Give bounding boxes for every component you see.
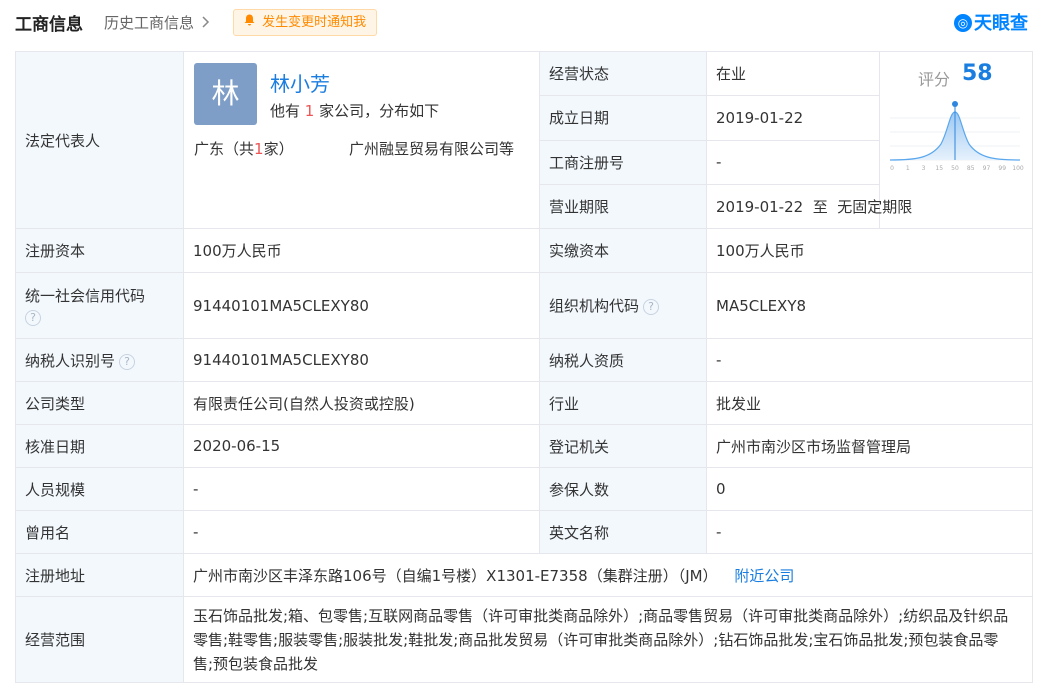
score-tick-label: 85 (967, 165, 975, 172)
term-label: 营业期限 (539, 183, 707, 230)
reg-capital-value: 100万人民币 (183, 228, 540, 273)
score-panel[interactable]: 评分 58 0 1 3 15 50 85 97 99 100 (879, 51, 1033, 229)
legal-rep-company-count: 他有 1 家公司，分布如下 (270, 102, 440, 120)
credit-code-value: 91440101MA5CLEXY80 (183, 272, 540, 339)
address-cell: 广州市南沙区丰泽东路106号（自编1号楼）X1301-E7358（集群注册）（J… (183, 553, 1033, 597)
approval-date-value: 2020-06-15 (183, 424, 540, 468)
scope-value: 玉石饰品批发;箱、包零售;互联网商品零售（许可审批类商品除外）;商品零售贸易（许… (183, 596, 1033, 683)
score-tick-label: 3 (922, 165, 926, 172)
business-info-table: 法定代表人 林 林小芳 他有 1 家公司，分布如下 广东（共1家） 广州融昱贸易… (15, 50, 1033, 683)
score-marker (952, 101, 958, 107)
score-tick-label: 97 (983, 165, 991, 172)
approval-date-label: 核准日期 (15, 424, 184, 468)
brand-eye-icon: ◎ (954, 14, 972, 32)
help-icon[interactable]: ? (643, 299, 660, 315)
avatar[interactable]: 林 (194, 63, 257, 125)
authority-value: 广州市南沙区市场监督管理局 (706, 424, 1033, 468)
founded-value: 2019-01-22 (706, 95, 880, 141)
score-tick-label: 50 (951, 165, 959, 172)
reg-no-value: - (706, 139, 880, 185)
brand-logo[interactable]: ◎ 天眼查 (954, 9, 1028, 35)
paid-capital-label: 实缴资本 (539, 228, 707, 273)
english-name-label: 英文名称 (539, 510, 707, 554)
org-code-label-cell: 组织机构代码? (539, 272, 707, 339)
english-name-value: - (706, 510, 1033, 554)
taxpayer-qual-value: - (706, 338, 1033, 382)
scope-label: 经营范围 (15, 596, 184, 683)
reg-no-label: 工商注册号 (539, 139, 707, 185)
score-value: 58 (962, 61, 993, 86)
score-tick-label: 1 (906, 165, 910, 172)
org-code-value: MA5CLEXY8 (706, 272, 1033, 339)
term-value: 2019-01-22 至 无固定期限 (706, 183, 912, 230)
staff-size-value: - (183, 467, 540, 511)
address-value: 广州市南沙区丰泽东路106号（自编1号楼）X1301-E7358（集群注册）（J… (193, 566, 718, 585)
company-type-value: 有限责任公司(自然人投资或控股) (183, 381, 540, 425)
insured-value: 0 (706, 467, 1033, 511)
paid-capital-value: 100万人民币 (706, 228, 1033, 273)
legal-rep-company-link[interactable]: 广州融昱贸易有限公司等 (349, 138, 514, 159)
history-link[interactable]: 历史工商信息 (104, 12, 210, 33)
score-distribution-chart: 0 1 3 15 50 85 97 99 100 (889, 101, 1024, 172)
legal-rep-cell: 林 林小芳 他有 1 家公司，分布如下 广东（共1家） 广州融昱贸易有限公司等 (183, 51, 540, 229)
status-label: 经营状态 (539, 50, 707, 97)
bell-icon (244, 10, 255, 35)
header-bar: 工商信息 历史工商信息 发生变更时通知我 ◎ 天眼查 (0, 0, 1046, 46)
taxpayer-id-label-cell: 纳税人识别号? (15, 338, 184, 382)
founded-label: 成立日期 (539, 95, 707, 141)
former-name-label: 曾用名 (15, 510, 184, 554)
org-code-label: 组织机构代码 (549, 297, 640, 315)
help-icon[interactable]: ? (25, 310, 41, 326)
score-tick-label: 0 (890, 165, 894, 172)
score-tick-label: 15 (935, 165, 943, 172)
former-name-value: - (183, 510, 540, 554)
taxpayer-id-label: 纳税人识别号 (25, 351, 116, 370)
industry-value: 批发业 (706, 381, 1033, 425)
status-value: 在业 (706, 50, 880, 97)
taxpayer-id-value: 91440101MA5CLEXY80 (183, 338, 540, 382)
company-type-label: 公司类型 (15, 381, 184, 425)
page-title: 工商信息 (15, 15, 83, 35)
reg-capital-label: 注册资本 (15, 228, 184, 273)
credit-code-label: 统一社会信用代码 (25, 287, 146, 305)
insured-label: 参保人数 (539, 467, 707, 511)
score-label: 评分 (918, 70, 951, 89)
brand-name: 天眼查 (974, 13, 1028, 34)
industry-label: 行业 (539, 381, 707, 425)
staff-size-label: 人员规模 (15, 467, 184, 511)
chevron-right-icon (201, 14, 210, 32)
notify-on-change-button[interactable]: 发生变更时通知我 (233, 9, 378, 36)
score-tick-label: 99 (998, 165, 1006, 172)
address-label: 注册地址 (15, 553, 184, 597)
legal-rep-label: 法定代表人 (15, 51, 184, 229)
notify-label[interactable]: 发生变更时通知我 (262, 15, 366, 30)
help-icon[interactable]: ? (119, 353, 136, 370)
legal-rep-name[interactable]: 林小芳 (270, 68, 330, 97)
authority-label: 登记机关 (539, 424, 707, 468)
score-tick-label: 100 (1012, 165, 1024, 172)
legal-rep-region[interactable]: 广东（共1家） (194, 138, 294, 159)
credit-code-label-cell: 统一社会信用代码 ? (15, 272, 184, 339)
taxpayer-qual-label: 纳税人资质 (539, 338, 707, 382)
nearby-companies-link[interactable]: 附近公司 (734, 567, 794, 585)
history-link-label[interactable]: 历史工商信息 (104, 14, 194, 32)
